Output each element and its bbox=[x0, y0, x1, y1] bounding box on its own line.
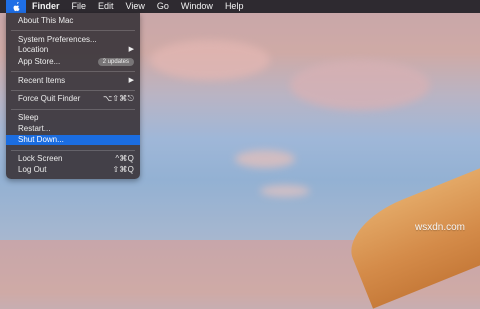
menu-item-label: System Preferences... bbox=[18, 35, 97, 44]
menu-separator bbox=[11, 150, 135, 151]
cloud bbox=[290, 60, 430, 110]
menu-item-label: Lock Screen bbox=[18, 154, 63, 163]
menu-separator bbox=[11, 30, 135, 31]
menu-item-sleep[interactable]: Sleep bbox=[6, 113, 140, 123]
menu-item-recent-items[interactable]: Recent Items ▶ bbox=[6, 76, 140, 86]
menu-separator bbox=[11, 71, 135, 72]
cloud bbox=[260, 185, 310, 197]
menu-item-location[interactable]: Location ▶ bbox=[6, 45, 140, 55]
menu-item-label: Location bbox=[18, 45, 49, 54]
menu-item-shut-down[interactable]: Shut Down... bbox=[6, 135, 140, 145]
cloud bbox=[235, 150, 295, 168]
menu-item-system-preferences[interactable]: System Preferences... bbox=[6, 35, 140, 45]
menu-separator bbox=[11, 90, 135, 91]
menu-item-label: Shut Down... bbox=[18, 135, 64, 144]
submenu-arrow-icon: ▶ bbox=[128, 77, 134, 84]
menu-item-force-quit[interactable]: Force Quit Finder ⌥⇧⌘⎋ bbox=[6, 94, 140, 104]
menu-item-label: About This Mac bbox=[18, 16, 74, 25]
cloud bbox=[150, 40, 270, 80]
watermark: wsxdn.com bbox=[414, 222, 465, 233]
keyboard-shortcut: ⇧⌘Q bbox=[112, 165, 134, 174]
menubar-view[interactable]: View bbox=[120, 0, 151, 13]
menu-item-restart[interactable]: Restart... bbox=[6, 124, 140, 134]
menubar-file[interactable]: File bbox=[66, 0, 93, 13]
menubar-help[interactable]: Help bbox=[219, 0, 250, 13]
apple-menu-dropdown: About This Mac System Preferences... Loc… bbox=[6, 13, 140, 179]
menu-item-label: Sleep bbox=[18, 113, 39, 122]
keyboard-shortcut: ^⌘Q bbox=[115, 154, 134, 163]
keyboard-shortcut: ⌥⇧⌘⎋ bbox=[102, 94, 134, 103]
menu-item-label: Recent Items bbox=[18, 76, 66, 85]
menubar-go[interactable]: Go bbox=[151, 0, 175, 13]
updates-badge: 2 updates bbox=[97, 58, 134, 66]
apple-icon bbox=[13, 1, 20, 11]
menu-item-app-store[interactable]: App Store... 2 updates bbox=[6, 57, 140, 67]
menubar-app-name[interactable]: Finder bbox=[26, 0, 66, 13]
menu-item-lock-screen[interactable]: Lock Screen ^⌘Q bbox=[6, 154, 140, 164]
menu-item-log-out[interactable]: Log Out ⇧⌘Q bbox=[6, 165, 140, 175]
menu-item-label: Restart... bbox=[18, 124, 51, 133]
menu-item-label: Force Quit Finder bbox=[18, 94, 81, 103]
menu-item-about-this-mac[interactable]: About This Mac bbox=[6, 16, 140, 26]
apple-menu-button[interactable] bbox=[6, 0, 26, 13]
menu-item-label: App Store... bbox=[18, 57, 61, 66]
menu-separator bbox=[11, 109, 135, 110]
menu-bar: Finder File Edit View Go Window Help bbox=[0, 0, 480, 13]
menubar-window[interactable]: Window bbox=[175, 0, 219, 13]
desert-dune bbox=[339, 161, 480, 309]
submenu-arrow-icon: ▶ bbox=[128, 46, 134, 53]
menu-item-label: Log Out bbox=[18, 165, 47, 174]
menubar-edit[interactable]: Edit bbox=[92, 0, 120, 13]
